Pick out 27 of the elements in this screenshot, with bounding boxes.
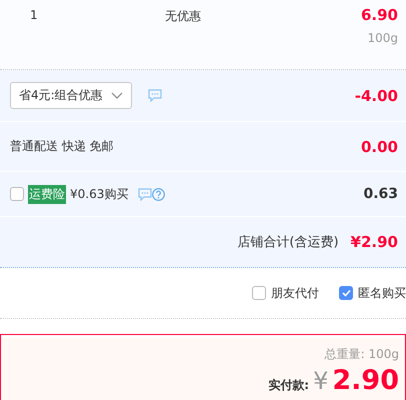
pay-label: 实付款:: [268, 377, 310, 394]
currency-symbol: ¥: [313, 367, 328, 395]
checkbox[interactable]: [10, 187, 24, 201]
check-icon: [342, 289, 350, 297]
item-price: 6.90: [360, 6, 398, 24]
quantity: 1: [30, 8, 38, 22]
delivery-amount: 0.00: [360, 138, 398, 156]
option-label[interactable]: 匿名购买: [358, 284, 406, 302]
comment-icon[interactable]: [138, 188, 152, 200]
caret-icon: [110, 92, 123, 99]
shop-total-label: 店铺合计(含运费): [237, 234, 339, 251]
insurance-tag: 运费险: [28, 184, 66, 204]
comment-icon[interactable]: [148, 89, 162, 102]
checkbox[interactable]: [339, 286, 353, 300]
delivery-label: 普通配送 快递 免邮: [10, 138, 114, 155]
pay-amount: 2.90: [332, 365, 399, 396]
promo-amount: -4.00: [354, 86, 398, 104]
discount-label: 无优惠: [165, 8, 201, 25]
insurance-label: ¥0.63购买: [70, 186, 128, 202]
total-weight: 总重量: 100g: [324, 346, 399, 363]
option-label[interactable]: 朋友代付: [271, 284, 319, 302]
checkbox[interactable]: [252, 286, 266, 300]
help-icon[interactable]: [152, 188, 166, 200]
shop-total-amount: ¥2.90: [350, 233, 398, 251]
item-weight: 100g: [367, 31, 398, 45]
insurance-amount: 0.63: [363, 186, 398, 202]
promo-dropdown[interactable]: 省4元:组合优惠: [10, 82, 132, 109]
